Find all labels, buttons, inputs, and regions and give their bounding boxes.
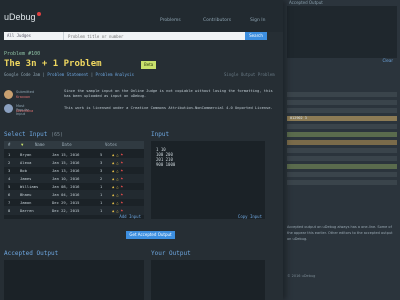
col-name[interactable]: Name — [35, 141, 45, 149]
nav-problems[interactable]: Problems — [160, 18, 181, 23]
diff-bar: 012902 3 — [287, 116, 397, 121]
thumbs-up-icon[interactable]: ▲ — [112, 208, 114, 213]
thumbs-up-icon[interactable]: ▲ — [112, 168, 114, 173]
input-text: 1 10 100 200 201 210 900 1000 — [156, 147, 175, 167]
input-count: (65) — [50, 132, 64, 138]
thumbs-up-icon[interactable]: ▲ — [112, 176, 114, 181]
warning-icon[interactable]: △ — [116, 192, 118, 197]
select-input-title: Select Input — [4, 131, 48, 138]
comment-text-2: This work is licensed under a Creative C… — [64, 106, 273, 110]
col-date[interactable]: Date — [62, 141, 72, 149]
search-input[interactable] — [64, 32, 244, 40]
warning-icon[interactable]: △ — [116, 168, 118, 173]
filter-icon[interactable]: ▼ — [21, 141, 23, 149]
col-votes[interactable]: Votes — [105, 141, 117, 149]
flag-icon[interactable]: ⚑ — [121, 200, 123, 205]
table-header: # ▼ Name Date Votes — [4, 141, 144, 149]
diff-bar — [287, 140, 397, 145]
flag-icon[interactable]: ⚑ — [121, 160, 123, 165]
inputs-table: # ▼ Name Date Votes 1 Bryan Jan 15, 2016 5 ▲… — [4, 141, 144, 219]
back-output-label: Accepted Output — [289, 0, 323, 5]
row-votes: 1 — [100, 208, 103, 213]
row-date: Dec 22, 2015 — [52, 208, 80, 213]
warning-icon[interactable]: △ — [116, 200, 118, 205]
avatar — [4, 104, 13, 113]
flag-icon[interactable]: ⚑ — [121, 168, 123, 173]
back-output-box — [287, 6, 397, 58]
your-output-heading: Your Output — [151, 250, 191, 257]
row-num: 8 — [8, 208, 11, 213]
single-output-label: Single Output Problem — [224, 72, 275, 77]
warning-icon[interactable]: △ — [116, 176, 118, 181]
logo-dot-icon — [36, 12, 41, 16]
diff-bar — [287, 156, 397, 161]
diff-bar — [287, 180, 397, 185]
copy-input-link[interactable]: Copy Input — [238, 214, 262, 219]
diff-bar — [287, 92, 397, 97]
diff-bar — [287, 172, 397, 177]
diff-bar — [287, 100, 397, 105]
avatar — [4, 90, 13, 99]
accepted-output-heading: Accepted Output — [4, 250, 59, 257]
problem-analysis-link[interactable]: Problem Analysis — [96, 72, 135, 77]
warning-icon[interactable]: △ — [116, 184, 118, 189]
flag-icon[interactable]: ⚑ — [121, 184, 123, 189]
warning-icon[interactable]: △ — [116, 160, 118, 165]
front-sheet: uDebug Problems Contributors Sign In All… — [0, 0, 283, 300]
back-diff-bars: 012902 3 — [287, 92, 397, 188]
back-sheet: Accepted Output Clear 012902 3 Accepted … — [283, 0, 400, 300]
your-output-box[interactable] — [151, 260, 265, 300]
diff-bar — [287, 132, 397, 137]
diff-bar — [287, 148, 397, 153]
diff-bar — [287, 124, 397, 129]
flag-icon[interactable]: ⚑ — [121, 176, 123, 181]
back-clear-link[interactable]: Clear — [383, 58, 393, 63]
warning-icon[interactable]: △ — [116, 152, 118, 157]
judge-select[interactable]: All Judges — [4, 32, 64, 40]
problem-title: The 3n + 1 Problem — [4, 59, 102, 69]
row-name: Darren — [20, 208, 34, 213]
add-input-link[interactable]: Add Input — [119, 214, 141, 219]
flag-icon[interactable]: ⚑ — [121, 192, 123, 197]
input-line: 900 1000 — [156, 162, 176, 167]
thumbs-up-icon[interactable]: ▲ — [112, 192, 114, 197]
search-button[interactable]: Search — [245, 32, 267, 40]
logo-text: uDebug — [4, 12, 36, 22]
input-heading: Input — [151, 131, 170, 138]
judge-name: Google Code Jam — [4, 72, 41, 77]
comment-user[interactable]: Alexdiana — [16, 109, 33, 113]
flag-icon[interactable]: ⚑ — [121, 208, 123, 213]
nav-sign-in[interactable]: Sign In — [250, 18, 265, 23]
nav-contributors[interactable]: Contributors — [203, 18, 231, 23]
flag-icon[interactable]: ⚑ — [121, 152, 123, 157]
thumbs-up-icon[interactable]: ▲ — [112, 200, 114, 205]
warning-icon[interactable]: △ — [116, 208, 118, 213]
back-note: Accepted output on uDebug always has a o… — [287, 225, 393, 241]
problem-meta: Google Code Jam | Problem Statement | Pr… — [4, 72, 135, 77]
get-accepted-output-button[interactable]: Get Accepted Output — [126, 231, 175, 239]
diff-bar — [287, 108, 397, 113]
comment-role: Submitted — [16, 90, 35, 94]
beta-badge: Beta — [141, 61, 157, 69]
thumbs-up-icon[interactable]: ▲ — [112, 160, 114, 165]
diff-bar — [287, 164, 397, 169]
problem-statement-link[interactable]: Problem Statement — [47, 72, 88, 77]
thumbs-up-icon[interactable]: ▲ — [112, 184, 114, 189]
select-input-heading: Select Input (65) — [4, 131, 63, 138]
top-bar: uDebug Problems Contributors Sign In — [0, 0, 283, 32]
search-bar: All Judges Search — [4, 32, 267, 40]
problem-id: Problem #100 — [4, 51, 41, 57]
thumbs-up-icon[interactable]: ▲ — [112, 152, 114, 157]
logo[interactable]: uDebug — [4, 12, 41, 22]
col-num: # — [8, 142, 11, 147]
input-box[interactable]: 1 10 100 200 201 210 900 1000 Copy Input — [151, 141, 265, 219]
comment-text-1: Since the sample input on the Online Jud… — [64, 89, 273, 99]
comment-user[interactable]: Kraxxon — [16, 95, 30, 99]
back-copyright: © 2016 uDebug — [287, 274, 316, 278]
accepted-output-box — [4, 260, 144, 300]
